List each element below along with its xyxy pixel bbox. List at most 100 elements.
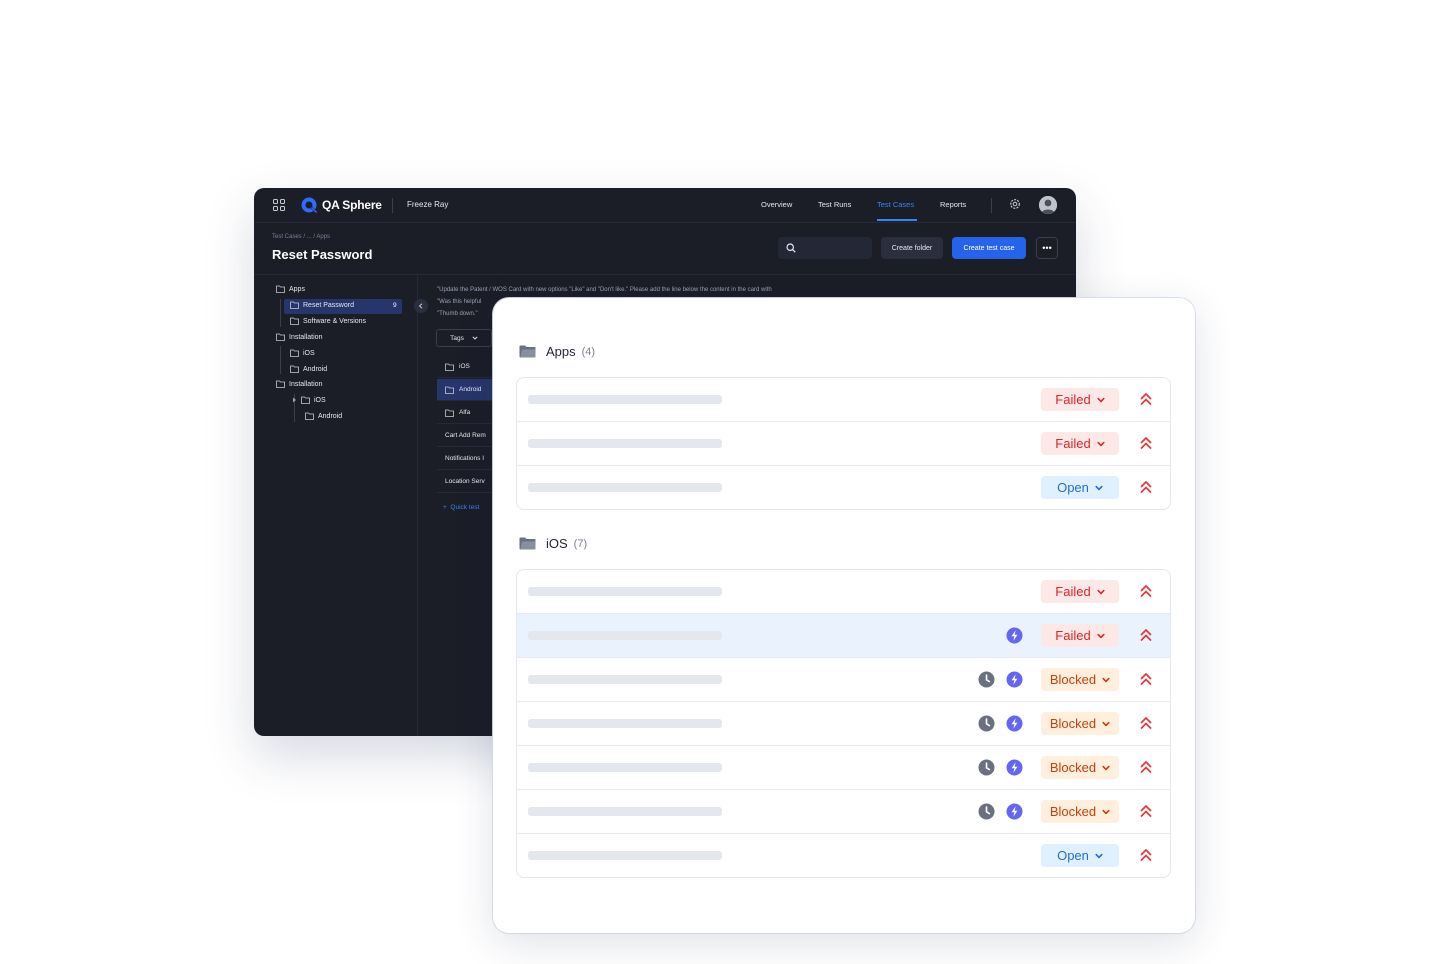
status-dropdown[interactable]: Failed	[1041, 624, 1119, 647]
test-status-card: Apps (4) Failed Failed Open iOS (7) Failed…	[493, 298, 1195, 933]
priority-high-icon[interactable]	[1139, 628, 1153, 642]
tree-guide	[280, 299, 281, 327]
tree-item-label: Installation	[289, 380, 323, 388]
tree-item-apps[interactable]: Apps	[276, 285, 305, 293]
breadcrumb[interactable]: Test Cases / ... / Apps	[272, 234, 330, 240]
quick-test-button[interactable]: + Quick test	[443, 504, 479, 511]
clock-icon[interactable]	[978, 715, 995, 732]
tree-item-installation-2[interactable]: Installation	[276, 380, 322, 388]
group-count: (7)	[573, 537, 588, 550]
create-test-case-button[interactable]: Create test case	[952, 237, 1026, 259]
folder-icon	[445, 409, 454, 417]
chevron-right-icon[interactable]	[292, 397, 297, 403]
title-placeholder	[528, 763, 722, 772]
description-line: "Update the Patent / WOS Card with new o…	[437, 287, 772, 293]
table-row[interactable]: Open	[517, 466, 1170, 509]
status-label: Blocked	[1049, 760, 1097, 775]
collapse-sidebar-button[interactable]	[414, 299, 428, 313]
list-item-label: Location Serv	[445, 478, 485, 485]
priority-high-icon[interactable]	[1139, 672, 1153, 686]
nav-test-runs[interactable]: Test Runs	[818, 200, 851, 209]
create-folder-button[interactable]: Create folder	[881, 237, 943, 259]
chevron-down-icon	[1095, 853, 1103, 858]
table-row[interactable]: Blocked	[517, 702, 1170, 746]
status-dropdown[interactable]: Open	[1041, 476, 1119, 499]
group-header-ios[interactable]: iOS (7)	[519, 536, 587, 551]
search-input[interactable]	[778, 237, 872, 259]
search-icon	[786, 243, 796, 253]
priority-high-icon[interactable]	[1139, 480, 1153, 494]
priority-high-icon[interactable]	[1139, 848, 1153, 862]
bolt-icon[interactable]	[1006, 715, 1023, 732]
priority-high-icon[interactable]	[1139, 392, 1153, 406]
qa-sphere-logo[interactable]: QA Sphere	[300, 196, 382, 214]
tags-dropdown[interactable]: Tags	[436, 329, 492, 347]
divider	[991, 198, 992, 213]
page-title: Reset Password	[272, 247, 373, 262]
table-row[interactable]: Blocked	[517, 746, 1170, 790]
clock-icon[interactable]	[978, 671, 995, 688]
status-dropdown[interactable]: Failed	[1041, 388, 1119, 411]
nav-reports[interactable]: Reports	[940, 200, 966, 209]
apps-grid-icon[interactable]	[273, 199, 285, 211]
status-dropdown[interactable]: Open	[1041, 844, 1119, 867]
table-row[interactable]: Failed	[517, 422, 1170, 466]
nav-overview[interactable]: Overview	[761, 200, 792, 209]
tree-item-ios[interactable]: iOS	[290, 349, 315, 357]
tree-item-software-versions[interactable]: Software & Versions	[290, 317, 366, 325]
status-label: Blocked	[1049, 672, 1097, 687]
priority-high-icon[interactable]	[1139, 436, 1153, 450]
table-row[interactable]: Open	[517, 834, 1170, 877]
title-placeholder	[528, 587, 722, 596]
more-options-button[interactable]: •••	[1036, 237, 1058, 259]
tree-item-label: Reset Password	[303, 301, 354, 309]
chevron-down-icon	[1102, 765, 1110, 770]
list-item-alfa[interactable]: Alfa	[437, 402, 497, 424]
priority-high-icon[interactable]	[1139, 804, 1153, 818]
status-dropdown[interactable]: Blocked	[1041, 800, 1119, 823]
gear-icon[interactable]	[1009, 198, 1021, 210]
clock-icon[interactable]	[978, 759, 995, 776]
tree-item-label: iOS	[303, 349, 315, 357]
bolt-icon[interactable]	[1006, 627, 1023, 644]
tree-item-reset-password[interactable]: Reset Password	[290, 301, 354, 309]
list-item-ios[interactable]: iOS	[437, 356, 497, 378]
status-dropdown[interactable]: Failed	[1041, 580, 1119, 603]
test-case-list-ios: Failed Failed Blocked Blocked Blocked Blocked…	[516, 569, 1171, 878]
priority-high-icon[interactable]	[1139, 584, 1153, 598]
tree-item-label: Software & Versions	[303, 317, 367, 325]
tags-label: Tags	[450, 334, 464, 342]
bolt-icon[interactable]	[1006, 803, 1023, 820]
clock-icon[interactable]	[978, 803, 995, 820]
bolt-icon[interactable]	[1006, 671, 1023, 688]
project-name[interactable]: Freeze Ray	[407, 200, 448, 209]
tree-item-installation[interactable]: Installation	[276, 333, 322, 341]
status-dropdown[interactable]: Blocked	[1041, 668, 1119, 691]
status-dropdown[interactable]: Failed	[1041, 432, 1119, 455]
title-placeholder	[528, 439, 722, 448]
status-dropdown[interactable]: Blocked	[1041, 712, 1119, 735]
table-row[interactable]: Failed	[517, 614, 1170, 658]
list-item-cart[interactable]: Cart Add Rem	[437, 425, 497, 447]
table-row[interactable]: Failed	[517, 570, 1170, 614]
list-item-android[interactable]: Android	[437, 379, 497, 401]
tree-item-android-2[interactable]: Android	[305, 412, 342, 420]
logo-text: QA Sphere	[322, 198, 382, 212]
tree-item-ios-2[interactable]: iOS	[292, 396, 326, 404]
group-header-apps[interactable]: Apps (4)	[519, 344, 595, 359]
folder-icon	[305, 412, 314, 420]
user-avatar-icon	[1039, 196, 1057, 214]
list-item-location[interactable]: Location Serv	[437, 471, 497, 493]
bolt-icon[interactable]	[1006, 759, 1023, 776]
priority-high-icon[interactable]	[1139, 760, 1153, 774]
priority-high-icon[interactable]	[1139, 716, 1153, 730]
tree-item-android[interactable]: Android	[290, 365, 327, 373]
status-dropdown[interactable]: Blocked	[1041, 756, 1119, 779]
chevron-down-icon	[1102, 809, 1110, 814]
nav-test-cases[interactable]: Test Cases	[877, 200, 914, 209]
table-row[interactable]: Blocked	[517, 790, 1170, 834]
list-item-notifications[interactable]: Notifications I	[437, 448, 497, 470]
avatar[interactable]	[1039, 196, 1057, 214]
table-row[interactable]: Failed	[517, 378, 1170, 422]
table-row[interactable]: Blocked	[517, 658, 1170, 702]
